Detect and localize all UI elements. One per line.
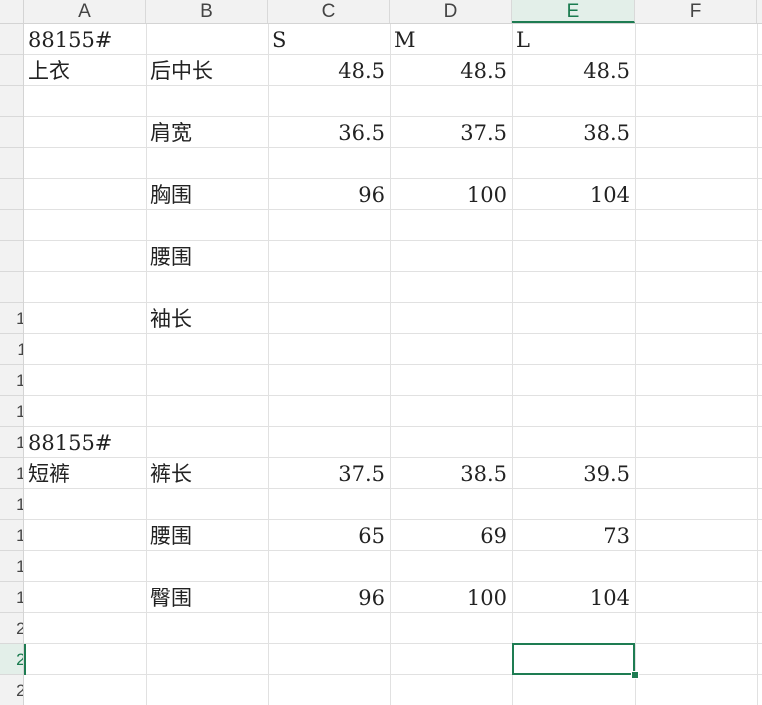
row-header-16[interactable]: 16 [0, 489, 23, 520]
row-header-label: 18 [16, 551, 23, 582]
cell-a2[interactable]: 上衣 [24, 55, 146, 86]
row-header-21[interactable]: 21 [0, 644, 23, 675]
row-header-label: 13 [16, 396, 23, 427]
cell-d2[interactable]: 48.5 [390, 55, 512, 86]
row-header-label: 16 [16, 489, 23, 520]
row-header-18[interactable]: 18 [0, 551, 23, 582]
cell-d19[interactable]: 100 [390, 582, 512, 613]
row-header-3[interactable]: 3 [0, 86, 23, 117]
cell-b15[interactable]: 裤长 [146, 458, 268, 489]
cell-a1[interactable]: 88155# [24, 24, 146, 55]
row-header-7[interactable]: 7 [0, 210, 23, 241]
row-header-label: 14 [16, 427, 23, 458]
cell-b10[interactable]: 袖长 [146, 303, 268, 334]
row-header-5[interactable]: 5 [0, 148, 23, 179]
row-header-13[interactable]: 13 [0, 396, 23, 427]
select-all-corner[interactable] [0, 0, 24, 24]
row-header-label: 22 [16, 675, 23, 705]
cell-b8[interactable]: 腰围 [146, 241, 268, 272]
column-header-e[interactable]: E [512, 0, 635, 23]
row-header-label: 19 [16, 582, 23, 613]
cell-e4[interactable]: 38.5 [512, 117, 635, 148]
cell-d6[interactable]: 100 [390, 179, 512, 210]
column-header-c[interactable]: C [268, 0, 390, 23]
row-21-marker [24, 644, 26, 675]
cell-d15[interactable]: 38.5 [390, 458, 512, 489]
cell-d17[interactable]: 69 [390, 520, 512, 551]
cell-b6[interactable]: 胸围 [146, 179, 268, 210]
column-header-a[interactable]: A [24, 0, 146, 23]
cell-a15[interactable]: 短裤 [24, 458, 146, 489]
cell-a14[interactable]: 88155# [24, 427, 146, 458]
row-header-4[interactable]: 4 [0, 117, 23, 148]
cell-grid[interactable]: 88155# S M L 上衣 后中长 48.5 48.5 48.5 肩宽 36… [24, 24, 762, 705]
row-header-1[interactable]: 1 [0, 24, 23, 55]
row-header-label: 15 [16, 458, 23, 489]
cell-d4[interactable]: 37.5 [390, 117, 512, 148]
row-header-14[interactable]: 14 [0, 427, 23, 458]
row-header-9[interactable]: 9 [0, 272, 23, 303]
cell-b17[interactable]: 腰围 [146, 520, 268, 551]
cell-e19[interactable]: 104 [512, 582, 635, 613]
row-header-label: 17 [16, 520, 23, 551]
row-header-10[interactable]: 10 [0, 303, 23, 334]
row-header-label: 21 [16, 644, 23, 675]
cell-c6[interactable]: 96 [268, 179, 390, 210]
cell-d1[interactable]: M [390, 24, 512, 55]
row-header-11[interactable]: 11 [0, 334, 23, 365]
cell-e6[interactable]: 104 [512, 179, 635, 210]
spreadsheet: A B C D E F 1234567891011121314151617181… [0, 0, 762, 705]
row-header-15[interactable]: 15 [0, 458, 23, 489]
row-header-22[interactable]: 22 [0, 675, 23, 705]
selected-cell-e21[interactable] [512, 643, 635, 675]
row-header-8[interactable]: 8 [0, 241, 23, 272]
row-header-label: 12 [16, 365, 23, 396]
cell-c15[interactable]: 37.5 [268, 458, 390, 489]
cell-c2[interactable]: 48.5 [268, 55, 390, 86]
row-header-12[interactable]: 12 [0, 365, 23, 396]
row-headers: 12345678910111213141516171819202122 [0, 24, 24, 705]
row-header-19[interactable]: 19 [0, 582, 23, 613]
cell-e2[interactable]: 48.5 [512, 55, 635, 86]
cell-c1[interactable]: S [268, 24, 390, 55]
cell-c17[interactable]: 65 [268, 520, 390, 551]
cell-b2[interactable]: 后中长 [146, 55, 268, 86]
column-headers: A B C D E F [24, 0, 762, 24]
cell-e15[interactable]: 39.5 [512, 458, 635, 489]
row-header-label: 20 [16, 613, 23, 644]
row-header-2[interactable]: 2 [0, 55, 23, 86]
row-header-label: 11 [17, 334, 23, 365]
fill-handle[interactable] [631, 671, 639, 679]
cell-c19[interactable]: 96 [268, 582, 390, 613]
column-header-b[interactable]: B [146, 0, 268, 23]
cell-b4[interactable]: 肩宽 [146, 117, 268, 148]
row-header-17[interactable]: 17 [0, 520, 23, 551]
column-header-f[interactable]: F [635, 0, 757, 23]
cell-e1[interactable]: L [512, 24, 635, 55]
row-header-6[interactable]: 6 [0, 179, 23, 210]
cell-c4[interactable]: 36.5 [268, 117, 390, 148]
row-header-label: 10 [16, 303, 23, 334]
column-header-d[interactable]: D [390, 0, 512, 23]
cell-b19[interactable]: 臀围 [146, 582, 268, 613]
cell-e17[interactable]: 73 [512, 520, 635, 551]
row-header-20[interactable]: 20 [0, 613, 23, 644]
